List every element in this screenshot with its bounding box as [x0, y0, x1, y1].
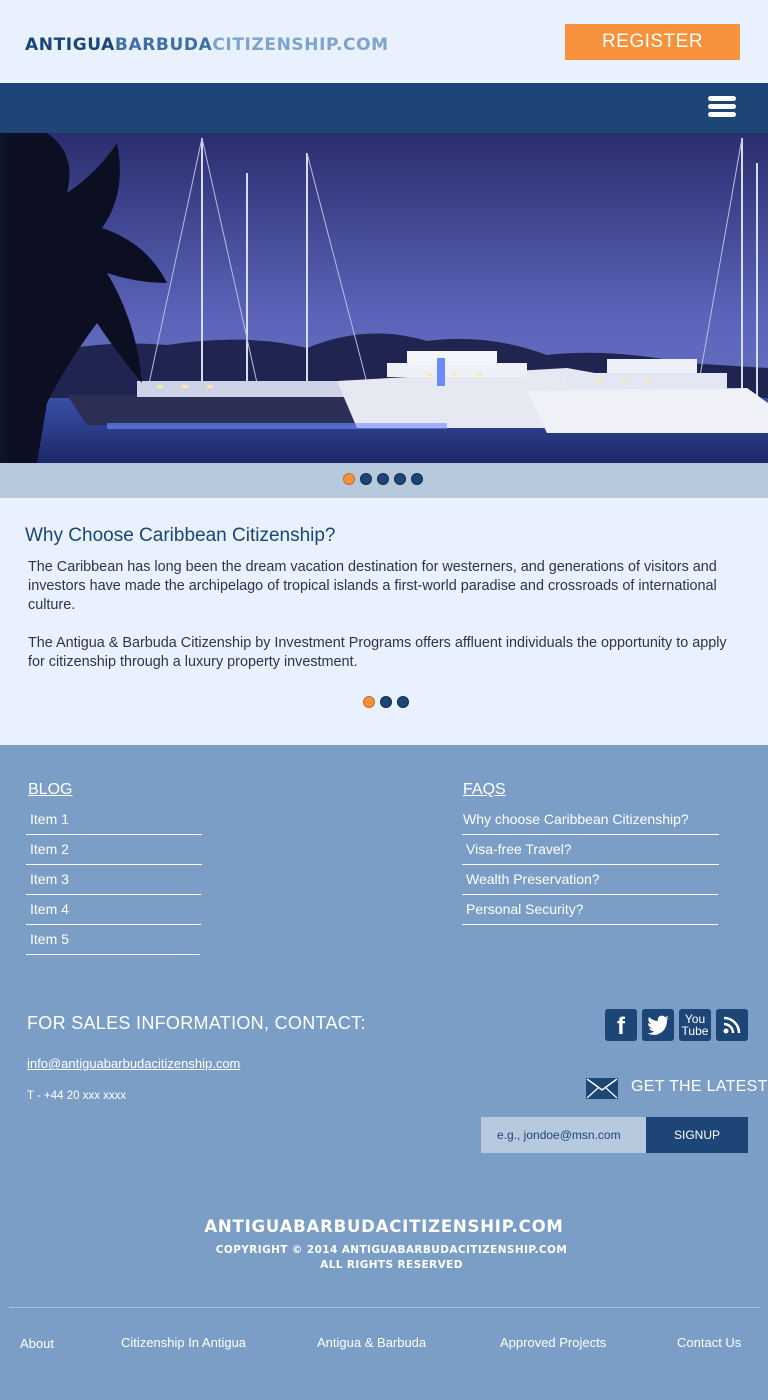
envelope-icon: [586, 1078, 618, 1099]
faq-item[interactable]: Personal Security?: [462, 895, 718, 925]
logo-part-citizenship: CITIZENSHIP.COM: [212, 35, 389, 55]
copyright-line: COPYRIGHT © 2014 ANTIGUABARBUDACITIZENSH…: [215, 1244, 568, 1256]
contact-phone: T - +44 20 xxx xxxx: [27, 1090, 127, 1102]
pagination-dot[interactable]: [377, 473, 389, 485]
footer-logo: ANTIGUABARBUDACITIZENSHIP.COM: [204, 1217, 564, 1236]
hamburger-menu-icon[interactable]: [707, 96, 737, 120]
blog-item[interactable]: Item 4: [26, 895, 201, 925]
signup-button[interactable]: SIGNUP: [646, 1117, 748, 1153]
article-title: Why Choose Caribbean Citizenship?: [25, 525, 336, 546]
blog-item[interactable]: Item 2: [26, 835, 202, 865]
blog-item[interactable]: Item 1: [26, 805, 202, 835]
contact-heading: FOR SALES INFORMATION, CONTACT:: [27, 1013, 366, 1033]
blog-item[interactable]: Item 5: [26, 925, 200, 955]
footer-link-antigua-barbuda[interactable]: Antigua & Barbuda: [317, 1335, 426, 1350]
blog-heading[interactable]: BLOG: [28, 781, 72, 799]
pagination-dot[interactable]: [397, 696, 409, 708]
newsletter-email-input[interactable]: [481, 1117, 646, 1153]
register-button[interactable]: REGISTER: [565, 24, 740, 60]
youtube-icon[interactable]: You Tube: [679, 1009, 711, 1041]
hero-left-edge: [0, 133, 7, 463]
logo-part-barbuda: BARBUDA: [114, 35, 213, 55]
article-pagination-dots: [363, 696, 409, 708]
footer-divider: [9, 1307, 760, 1308]
article-paragraph-2: The Antigua & Barbuda Citizenship by Inv…: [28, 635, 727, 670]
faq-item[interactable]: Visa-free Travel?: [462, 835, 719, 865]
footer-link-citizenship[interactable]: Citizenship In Antigua: [121, 1335, 246, 1350]
newsletter-label: GET THE LATEST: [631, 1078, 768, 1095]
pagination-dot[interactable]: [380, 696, 392, 708]
blog-item[interactable]: Item 3: [26, 865, 201, 895]
rss-icon[interactable]: [716, 1009, 748, 1041]
hero-image-yachts: [7, 133, 768, 463]
pagination-dot[interactable]: [363, 696, 375, 708]
faq-item[interactable]: Why choose Caribbean Citizenship?: [462, 805, 719, 835]
rights-reserved-line: ALL RIGHTS RESERVED: [320, 1259, 463, 1271]
facebook-icon[interactable]: f: [605, 1009, 637, 1041]
footer-link-contact[interactable]: Contact Us: [677, 1335, 741, 1350]
pagination-dot[interactable]: [394, 473, 406, 485]
logo-part-antigua: ANTIGUA: [25, 35, 115, 55]
hero-pagination-dots: [343, 473, 423, 485]
pagination-dot[interactable]: [411, 473, 423, 485]
footer-link-about[interactable]: About: [20, 1336, 54, 1351]
nav-bar: [0, 83, 768, 133]
twitter-icon[interactable]: [642, 1009, 674, 1041]
pagination-dot[interactable]: [360, 473, 372, 485]
pagination-dot[interactable]: [343, 473, 355, 485]
site-logo[interactable]: ANTIGUABARBUDACITIZENSHIP.COM: [25, 35, 389, 55]
article-paragraph-1: The Caribbean has long been the dream va…: [28, 559, 717, 613]
footer-link-approved-projects[interactable]: Approved Projects: [500, 1335, 606, 1350]
faqs-heading[interactable]: FAQS: [463, 781, 506, 799]
contact-email-link[interactable]: info@antiguabarbudacitizenship.com: [27, 1056, 240, 1071]
faq-item[interactable]: Wealth Preservation?: [462, 865, 718, 895]
